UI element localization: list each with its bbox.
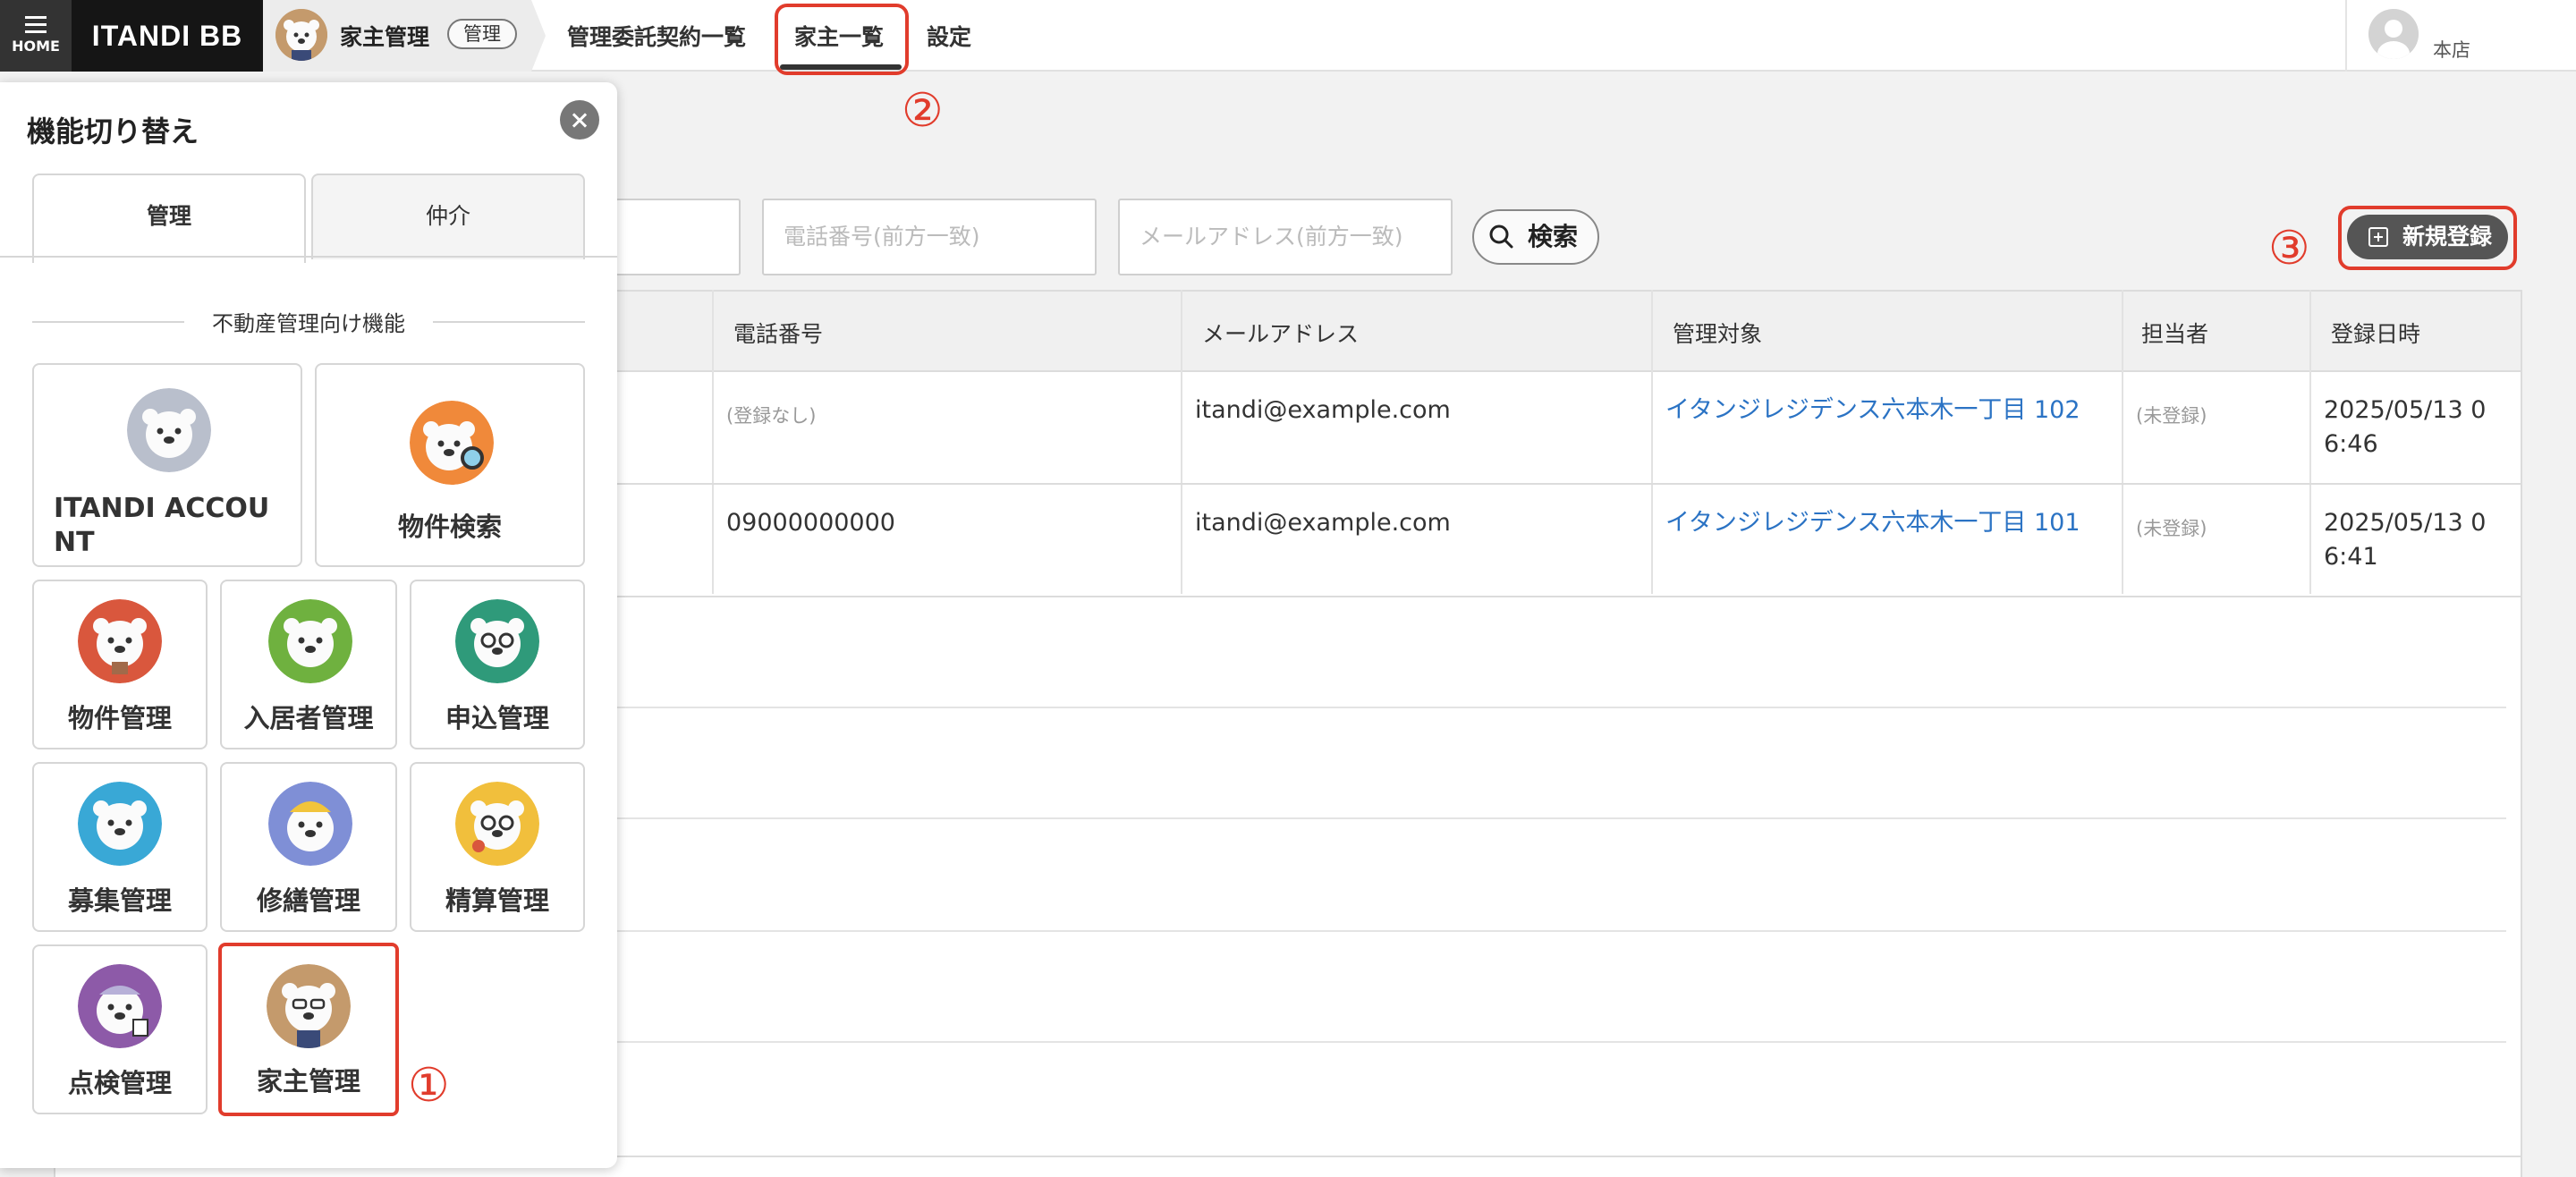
cell-staff: (未登録): [2136, 518, 2207, 539]
cell-phone: (登録なし): [726, 405, 817, 427]
tile-resident-management[interactable]: 入居者管理: [220, 580, 397, 749]
current-app-crumb[interactable]: 家主管理 管理: [263, 0, 531, 72]
header-target: 管理対象: [1673, 321, 1763, 347]
tile-label: 点検管理: [67, 1068, 172, 1098]
cell-target-link[interactable]: イタンジレジデンス六本木一丁目 102: [1665, 394, 2080, 428]
tile-property-management[interactable]: 物件管理: [32, 580, 208, 749]
cell-date: 2025/05/13 0 6:46: [2324, 396, 2487, 458]
name-search-input[interactable]: [599, 199, 741, 275]
tile-label: 募集管理: [67, 885, 172, 916]
annotation-three: ③: [2268, 222, 2310, 275]
phone-search-input[interactable]: 電話番号(前方一致): [762, 199, 1097, 275]
section-divider: [433, 321, 585, 323]
tile-label: 物件検索: [397, 512, 502, 542]
property-bear-icon: [78, 599, 162, 683]
search-button-label: 検索: [1528, 222, 1579, 251]
tab-baseline: [0, 256, 617, 258]
cell-target-link[interactable]: イタンジレジデンス六本木一丁目 101: [1665, 506, 2080, 540]
header-staff: 担当者: [2141, 321, 2209, 347]
tile-label: 物件管理: [67, 703, 172, 733]
plus-square-icon: [2368, 227, 2388, 247]
brand-logo[interactable]: ITANDI BB: [72, 0, 263, 72]
cell-date: 2025/05/13 0 6:41: [2324, 509, 2487, 571]
tile-label: 入居者管理: [243, 703, 374, 733]
resident-bear-icon: [268, 599, 352, 683]
repair-bear-icon: [268, 782, 352, 866]
home-label: HOME: [12, 38, 60, 55]
nav-contract-list[interactable]: 管理委託契約一覧: [567, 20, 746, 52]
home-button[interactable]: HOME: [0, 0, 72, 72]
tile-label: ITANDI ACCOU NT: [54, 493, 270, 558]
account-bear-icon: [127, 388, 211, 472]
settlement-bear-icon: [455, 782, 539, 866]
cell-phone: 09000000000: [726, 509, 895, 537]
header-email: メールアドレス: [1202, 321, 1360, 347]
property-search-bear-icon: [410, 401, 494, 485]
close-icon[interactable]: [560, 100, 599, 140]
search-button[interactable]: 検索: [1472, 209, 1599, 265]
annotation-two: ②: [902, 84, 944, 138]
recruitment-bear-icon: [78, 782, 162, 866]
tile-recruitment-management[interactable]: 募集管理: [32, 762, 208, 932]
search-icon: [1489, 224, 1513, 249]
panel-title: 機能切り替え: [27, 114, 199, 148]
user-branch: 本店: [2433, 39, 2470, 61]
tile-label: 修繕管理: [256, 885, 360, 916]
top-header: HOME ITANDI BB 家主管理 管理 管理委託契約一覧 家主一覧 設定: [0, 0, 2576, 72]
tile-label: 精算管理: [445, 885, 549, 916]
tile-landlord-management[interactable]: 家主管理: [218, 943, 399, 1116]
cell-staff: (未登録): [2136, 405, 2207, 427]
tile-repair-management[interactable]: 修繕管理: [220, 762, 397, 932]
cell-email: itandi@example.com: [1195, 396, 1451, 424]
email-search-input[interactable]: メールアドレス(前方一致): [1118, 199, 1453, 275]
highlight-nav-landlord-list: [775, 4, 909, 75]
tile-settlement-management[interactable]: 精算管理: [410, 762, 585, 932]
menu-icon: [25, 16, 47, 33]
tile-label: 申込管理: [445, 703, 549, 733]
user-menu[interactable]: 本店: [2345, 0, 2576, 72]
crumb-title: 家主管理: [340, 24, 430, 50]
tile-label: 家主管理: [256, 1066, 360, 1097]
nav-settings[interactable]: 設定: [927, 20, 971, 52]
cell-email: itandi@example.com: [1195, 509, 1451, 537]
crumb-arrow: [531, 0, 546, 72]
landlord-bear-icon: [267, 964, 351, 1048]
tab-management[interactable]: 管理: [32, 174, 306, 263]
annotation-one: ①: [408, 1059, 450, 1113]
tile-inspection-management[interactable]: 点検管理: [32, 944, 208, 1114]
header-phone: 電話番号: [733, 321, 824, 347]
feature-switcher-panel: 機能切り替え 管理 仲介 不動産管理向け機能 ITANDI ACCOU NT 物件…: [0, 82, 617, 1168]
tile-property-search[interactable]: 物件検索: [315, 363, 585, 567]
new-register-button[interactable]: 新規登録: [2347, 215, 2508, 259]
landlord-bear-icon: [275, 9, 327, 61]
new-register-label: 新規登録: [2402, 224, 2493, 250]
header-date: 登録日時: [2331, 321, 2421, 347]
tile-application-management[interactable]: 申込管理: [410, 580, 585, 749]
tab-brokerage[interactable]: 仲介: [311, 174, 585, 259]
inspection-bear-icon: [78, 964, 162, 1048]
tile-itandi-account[interactable]: ITANDI ACCOU NT: [32, 363, 302, 567]
application-bear-icon: [455, 599, 539, 683]
user-avatar-icon: [2368, 9, 2419, 59]
crumb-tag: 管理: [447, 19, 517, 49]
user-name: [2431, 9, 2556, 34]
